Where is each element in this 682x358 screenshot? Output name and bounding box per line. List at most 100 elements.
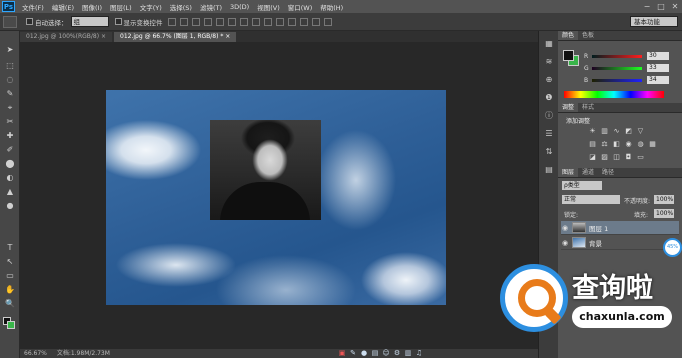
move-tool-icon[interactable]: ➤ (5, 45, 15, 54)
menu-help[interactable]: 帮助(H) (316, 2, 347, 12)
align-left-icon[interactable] (203, 17, 212, 26)
menu-edit[interactable]: 编辑(E) (48, 2, 78, 12)
brightness-icon[interactable]: ☀ (588, 127, 597, 135)
eye-icon[interactable]: ◉ (561, 239, 569, 247)
brush-tool-icon[interactable]: ✐ (5, 145, 15, 154)
photo-filter-icon[interactable]: ◉ (624, 140, 633, 148)
marquee-tool-icon[interactable]: ⬚ (5, 61, 15, 70)
red-slider[interactable] (592, 54, 642, 58)
auto-align-icon[interactable] (311, 17, 320, 26)
green-slider[interactable] (592, 66, 642, 70)
tab-color[interactable]: 颜色 (558, 31, 579, 40)
input-method-icon[interactable]: ✎ (349, 349, 357, 357)
distribute-top-icon[interactable] (239, 17, 248, 26)
auto-select-dropdown[interactable]: 组 (70, 16, 109, 27)
actions-icon[interactable]: ⇅ (543, 147, 555, 157)
zoom-tool-icon[interactable]: 🔍 (5, 299, 15, 308)
blue-slider[interactable] (592, 78, 642, 82)
tab-012-66[interactable]: 012.jpg @ 66.7% (图层 1, RGB/8) * × (114, 32, 237, 42)
hand-tool-icon[interactable]: ✋ (5, 285, 15, 294)
layer-name[interactable]: 背景 (589, 238, 602, 248)
selective-color-icon[interactable]: ◘ (624, 153, 633, 161)
align-hcenter-icon[interactable] (215, 17, 224, 26)
tab-012-100[interactable]: 012.jpg @ 100%(RGB/8) × (20, 32, 113, 42)
paragraph-icon[interactable]: ☰ (543, 129, 555, 139)
channel-mixer-icon[interactable]: ◍ (636, 140, 645, 148)
eye-icon[interactable]: ◉ (561, 224, 569, 232)
layer-row-background[interactable]: ◉ 背景 (561, 236, 679, 250)
mic-icon[interactable]: ● (360, 349, 368, 357)
auto-select-checkbox[interactable] (26, 18, 33, 25)
gradient-tool-icon[interactable]: ● (5, 201, 15, 210)
black-white-icon[interactable]: ◧ (612, 140, 621, 148)
menu-3d[interactable]: 3D(D) (226, 3, 253, 11)
healing-tool-icon[interactable]: ✚ (5, 131, 15, 140)
menu-view[interactable]: 视图(V) (253, 2, 284, 12)
red-value[interactable]: 30 (647, 52, 669, 60)
show-transform-checkbox[interactable] (114, 18, 122, 25)
zoom-level[interactable]: 66.67% (24, 350, 47, 357)
tab-channels[interactable]: 通道 (578, 168, 598, 177)
hue-sat-icon[interactable]: ▤ (588, 140, 597, 148)
menu-filter[interactable]: 滤镜(T) (196, 2, 226, 12)
posterize-icon[interactable]: ▨ (600, 153, 609, 161)
color-fg-swatch[interactable] (563, 50, 574, 61)
distribute-vcenter-icon[interactable] (251, 17, 260, 26)
workspace-dropdown[interactable]: 基本功能 (630, 16, 678, 27)
settings-icon[interactable]: ⚙ (393, 349, 401, 357)
color-lookup-icon[interactable]: ▦ (648, 140, 657, 148)
tab-paths[interactable]: 路径 (598, 168, 618, 177)
gradient-map-icon[interactable]: ▭ (636, 153, 645, 161)
align-vcenter-icon[interactable] (179, 17, 188, 26)
history-icon[interactable]: ▦ (543, 39, 555, 49)
character-icon[interactable]: ⓘ (543, 111, 555, 121)
distribute-bottom-icon[interactable] (263, 17, 272, 26)
tab-layers[interactable]: 图层 (558, 168, 579, 177)
color-balance-icon[interactable]: ⚖ (600, 140, 609, 148)
shape-tool-icon[interactable]: ▭ (5, 271, 15, 280)
eyedropper-tool-icon[interactable]: ✂ (5, 117, 15, 126)
sound-icon[interactable]: ♫ (415, 349, 423, 357)
levels-icon[interactable]: ▥ (600, 127, 609, 135)
layer-comps-icon[interactable]: ▤ (543, 165, 555, 175)
eraser-tool-icon[interactable]: ▲ (5, 187, 15, 196)
blend-mode-dropdown[interactable]: 正常 (562, 195, 620, 204)
menu-window[interactable]: 窗口(W) (284, 2, 317, 12)
distribute-left-icon[interactable] (275, 17, 284, 26)
lasso-tool-icon[interactable]: ◌ (5, 75, 15, 84)
app-tray-icon[interactable]: ▣ (338, 349, 346, 357)
crop-tool-icon[interactable]: ⌖ (5, 103, 15, 112)
info-icon[interactable]: ❶ (543, 93, 555, 103)
properties-icon[interactable]: ≋ (543, 57, 555, 67)
tab-styles[interactable]: 样式 (578, 103, 598, 112)
menu-select[interactable]: 选择(S) (166, 2, 196, 12)
stamp-tool-icon[interactable]: ⬤ (5, 159, 15, 168)
distribute-right-icon[interactable] (299, 17, 308, 26)
invert-icon[interactable]: ◪ (588, 153, 597, 161)
green-value[interactable]: 33 (647, 64, 669, 72)
close-icon[interactable]: ✕ (668, 0, 682, 13)
layer-filter-dropdown[interactable]: ρ类型 (562, 181, 602, 190)
quick-select-tool-icon[interactable]: ✎ (5, 89, 15, 98)
align-right-icon[interactable] (227, 17, 236, 26)
tab-adjustments[interactable]: 调整 (558, 103, 579, 112)
zoom-badge[interactable]: 45% (663, 238, 682, 257)
move-tool-preset-icon[interactable] (3, 15, 17, 28)
menu-image[interactable]: 图像(I) (78, 2, 106, 12)
color-spectrum[interactable] (564, 91, 664, 98)
exposure-icon[interactable]: ◩ (624, 127, 633, 135)
portrait-layer-image[interactable] (210, 120, 321, 220)
tab-swatches[interactable]: 色板 (578, 31, 598, 40)
maximize-icon[interactable]: □ (654, 0, 668, 13)
3d-mode-icon[interactable] (323, 17, 332, 26)
path-select-tool-icon[interactable]: ↖ (5, 257, 15, 266)
distribute-hcenter-icon[interactable] (287, 17, 296, 26)
align-bottom-icon[interactable] (191, 17, 200, 26)
layer-row-1[interactable]: ◉ 图层 1 (561, 221, 679, 235)
user-icon[interactable]: ☺ (382, 349, 390, 357)
minimize-icon[interactable]: − (640, 0, 654, 13)
vibrance-icon[interactable]: ▽ (636, 127, 645, 135)
menu-type[interactable]: 文字(Y) (136, 2, 166, 12)
menu-file[interactable]: 文件(F) (18, 2, 48, 12)
navigator-icon[interactable]: ⊕ (543, 75, 555, 85)
